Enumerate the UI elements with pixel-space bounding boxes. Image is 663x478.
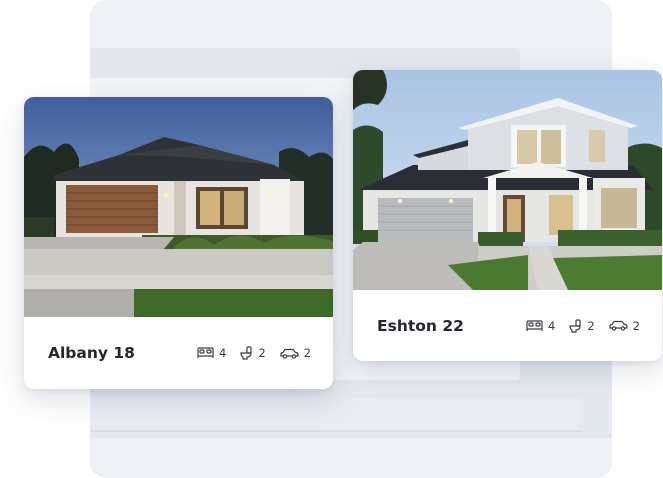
spec-bathrooms: 2	[240, 346, 266, 360]
bathroom-count: 2	[258, 346, 266, 360]
spec-list: 4 2 2	[526, 319, 640, 333]
bedroom-count: 4	[219, 346, 227, 360]
home-design-card-eshton[interactable]: Eshton 22 4 2 2	[353, 70, 662, 361]
card-footer: Albany 18 4 2 2	[24, 317, 333, 389]
spec-list: 4 2 2	[197, 346, 311, 360]
garage-count: 2	[632, 318, 640, 333]
toilet-icon	[569, 318, 581, 333]
bathroom-count: 2	[587, 318, 595, 333]
spec-bathrooms: 2	[569, 318, 595, 333]
car-icon	[280, 348, 299, 359]
spec-bedrooms: 4	[197, 346, 226, 360]
bed-icon	[526, 319, 543, 331]
laptop-base	[90, 398, 580, 432]
bed-icon	[197, 347, 214, 358]
spec-bedrooms: 4	[526, 319, 555, 333]
garage-count: 2	[303, 346, 311, 360]
house-photo-albany	[24, 97, 333, 317]
laptop-base-divider	[90, 430, 582, 432]
bedroom-count: 4	[548, 318, 556, 333]
car-icon	[609, 320, 628, 331]
home-design-card-albany[interactable]: Albany 18 4 2 2	[24, 97, 333, 389]
spec-garage: 2	[280, 346, 311, 360]
design-title: Albany 18	[48, 344, 135, 362]
house-photo-eshton	[353, 70, 662, 290]
toilet-icon	[240, 346, 252, 360]
spec-garage: 2	[609, 319, 640, 333]
design-title: Eshton 22	[377, 316, 464, 335]
card-footer: Eshton 22 4 2 2	[353, 290, 662, 361]
laptop-footer	[90, 438, 612, 478]
